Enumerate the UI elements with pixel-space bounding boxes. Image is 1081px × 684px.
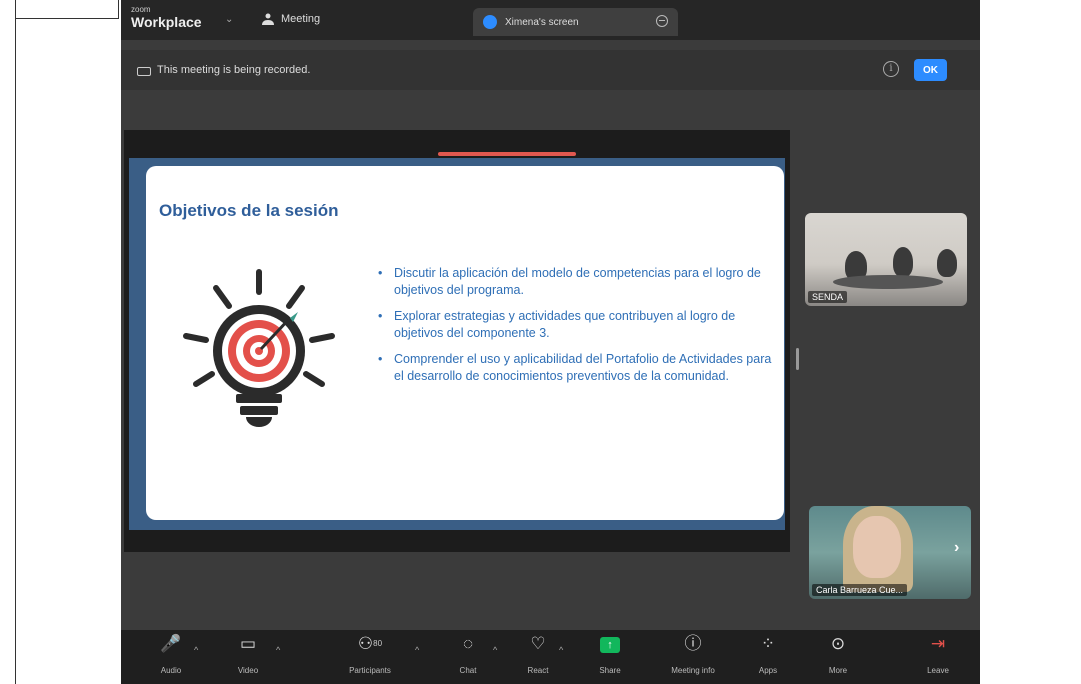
objective-item: Discutir la aplicación del modelo de com… [376,265,776,299]
meeting-tab-label: Meeting [281,13,321,25]
screen-share-tab-label: Ximena's screen [505,16,579,28]
participant-face [853,516,901,578]
ok-button[interactable]: OK [914,59,947,81]
video-label: Video [237,666,259,675]
camera-icon: ▭ [239,634,257,653]
chevron-right-icon[interactable]: › [954,539,959,557]
objectives-list: Discutir la aplicación del modelo de com… [376,265,776,394]
participant-tile-senda[interactable]: SENDA [805,213,967,306]
apps-label: Apps [758,666,778,675]
apps-button[interactable]: ⁘ Apps [733,634,803,675]
meeting-icon [262,13,274,25]
slide-title: Objetivos de la sesión [159,201,339,220]
zoom-meeting-window: zoom Workplace ⌄ Meeting Ximena's screen… [121,0,980,684]
chevron-down-icon[interactable]: ⌄ [225,14,233,25]
minimize-icon[interactable] [656,15,668,27]
recording-icon [137,67,151,76]
document-border-left [15,0,16,684]
conference-table [833,275,943,289]
participant-name-label: Carla Barrueza Cue... [812,584,908,596]
slide-card: Objetivos de la sesión • Discutir la apl… [146,166,784,520]
share-screen-icon: ↑ [600,636,620,653]
apps-icon: ⁘ [760,634,776,653]
participants-button[interactable]: ⚇80 Participants [335,634,405,675]
brand-name: Workplace [131,14,202,30]
meeting-info-button[interactable]: ⓘ Meeting info [658,634,728,675]
react-label: React [527,666,549,675]
recording-text: This meeting is being recorded. [157,64,311,76]
leave-icon: ⇥ [930,634,946,653]
shared-screen: Objetivos de la sesión • Discutir la apl… [124,130,790,552]
more-label: More [828,666,848,675]
zoom-brand: zoom Workplace [131,5,202,30]
lightbulb-target-icon [183,269,335,427]
audio-label: Audio [160,666,182,675]
meeting-toolbar: 🎤 Audio ^ ▭ Video ^ ⚇80 Participants ^ ◌… [121,630,980,684]
document-border-top [15,18,118,19]
people-icon: ⚇80 [357,634,383,653]
video-button[interactable]: ▭ Video [213,634,283,675]
participant-tile-carla[interactable]: Carla Barrueza Cue... [809,506,971,599]
caret-up-icon[interactable]: ^ [276,645,280,655]
info-icon[interactable]: i [883,61,899,77]
share-button[interactable]: ↑ Share [575,634,645,675]
caret-up-icon[interactable]: ^ [194,645,198,655]
title-bar: zoom Workplace ⌄ Meeting Ximena's screen [121,0,980,40]
participants-count: 80 [373,639,383,648]
objective-item: Explorar estrategias y actividades que c… [376,308,776,342]
meeting-info-label: Meeting info [671,666,715,675]
caret-up-icon[interactable]: ^ [493,645,497,655]
resize-handle[interactable] [796,348,799,370]
leave-label: Leave [927,666,949,675]
info-circle-icon: ⓘ [684,634,702,653]
participant-figure [937,249,957,277]
objective-item: Comprender el uso y aplicabilidad del Po… [376,351,776,385]
slide-frame: Objetivos de la sesión • Discutir la apl… [129,158,785,530]
share-indicator-bar [438,152,576,156]
screen-share-tab[interactable]: Ximena's screen [473,8,678,36]
share-label: Share [599,666,621,675]
participant-name-label: SENDA [808,291,848,303]
brand-small: zoom [131,5,151,14]
document-border-divider [118,0,119,19]
participants-label: Participants [349,666,391,675]
more-button[interactable]: ⊙ More [803,634,873,675]
leave-button[interactable]: ⇥ Leave [903,634,973,675]
caret-up-icon[interactable]: ^ [415,645,419,655]
meeting-tab[interactable]: Meeting [261,12,320,26]
more-icon: ⊙ [830,634,846,653]
chat-label: Chat [459,666,477,675]
participant-figure [893,247,913,277]
caret-up-icon[interactable]: ^ [559,645,563,655]
recording-banner: This meeting is being recorded. i OK [121,50,980,90]
screen-share-icon [483,15,497,29]
